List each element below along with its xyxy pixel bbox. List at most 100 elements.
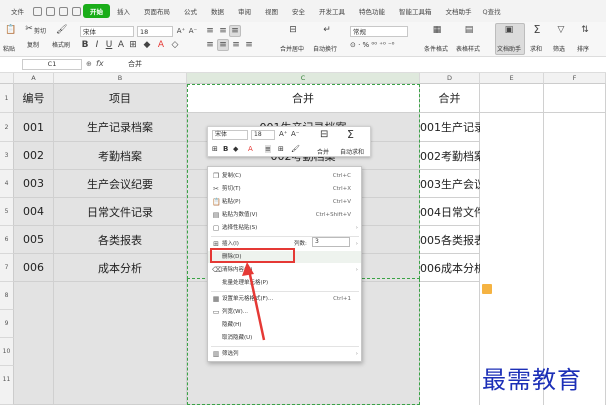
cell-a1[interactable]: 编号 [14,84,54,113]
tab-developer[interactable]: 开发工具 [312,4,352,18]
fill-color-icon[interactable]: ◆ [142,40,152,50]
cell-b2[interactable]: 生产记录档案 [54,113,187,142]
wrap-text-icon[interactable]: ↵ [322,25,332,35]
font-size-select[interactable]: 18 [137,26,173,37]
cell-b6[interactable]: 各类报表 [54,226,187,254]
mini-brush-icon[interactable]: 🖌 [291,145,300,153]
merge-icon[interactable]: ⊟ [288,25,298,35]
menu-item-format-cells[interactable]: ▦ 设置单元格格式(F)... Ctrl+1 [208,293,361,305]
redo-icon[interactable] [72,6,81,16]
menu-item-paste-special[interactable]: ▢ 选择性粘贴(S) › [208,222,361,234]
cell-d1[interactable]: 合并 [420,84,480,113]
copy-button[interactable]: 复制 [27,40,39,49]
row-header-4[interactable]: 4 [0,170,14,198]
filter-icon[interactable]: ▽ [556,25,566,35]
select-all-corner[interactable] [0,73,14,84]
row-header-9[interactable]: 9 [0,310,14,338]
sort-button[interactable]: 排序 [577,44,589,53]
menu-item-hide[interactable]: 隐藏(H) [208,319,361,331]
undo-icon[interactable] [59,6,68,16]
menu-item-copy[interactable]: ❐ 复制(C) Ctrl+C [208,170,361,182]
empty-col-a[interactable] [14,282,54,405]
menu-item-clear-contents[interactable]: ⌫ 清除内容(N) › [208,264,361,276]
column-header-e[interactable]: E [480,73,544,84]
cell-b5[interactable]: 日常文件记录 [54,198,187,226]
sum-button[interactable]: 求和 [530,44,542,53]
columns-count-input[interactable]: 3 [312,237,350,247]
row-header-2[interactable]: 2 [0,113,14,142]
cell-d2[interactable]: 001生产记录档案 [420,113,507,142]
tab-smart-tools[interactable]: 智能工具箱 [392,4,439,18]
grow-font-icon[interactable]: A⁺ [176,26,186,36]
font-color-icon[interactable]: A [156,40,166,50]
cell-a4[interactable]: 003 [14,170,54,198]
mini-format-icon[interactable]: ⊞ [212,145,218,153]
cell-d4[interactable]: 003生产会议纪要 [420,170,507,198]
table-style-button[interactable]: 表格样式 [456,44,480,53]
mini-fill-icon[interactable]: ◆ [233,145,238,153]
mini-align-icon[interactable]: ≡ [265,145,271,153]
mini-merge-button[interactable]: 合并 [317,147,329,156]
cut-button[interactable]: 剪切 [34,26,46,35]
cell-d5[interactable]: 004日常文件记录 [420,198,507,226]
formula-input[interactable]: 合并 [128,59,142,69]
align-middle-icon[interactable]: ≡ [218,26,228,36]
cell-a5[interactable]: 004 [14,198,54,226]
align-right-icon[interactable]: ≡ [231,40,241,50]
print-icon[interactable] [46,6,55,16]
clear-format-icon[interactable]: ◇ [170,40,180,50]
menu-item-filter-column[interactable]: ▥ 筛选列 › [208,348,361,360]
align-left-icon[interactable]: ≡ [205,40,215,50]
cell-d3[interactable]: 002考勤档案 [420,142,485,170]
number-format-select[interactable]: 常规 [350,26,408,37]
cell-c1[interactable]: 合并 [187,84,420,113]
tab-home[interactable]: 开始 [83,4,110,18]
cell-b4[interactable]: 生产会议纪要 [54,170,187,198]
conditional-format-icon[interactable]: ▦ [432,25,442,35]
zoom-icon[interactable]: ⊕ [86,60,92,68]
table-style-icon[interactable]: ▤ [464,25,474,35]
tab-security[interactable]: 安全 [285,4,312,18]
cell-e1[interactable] [480,84,544,113]
fx-icon[interactable]: fx [96,59,104,68]
align-center-icon[interactable]: ≡ [218,40,228,50]
tab-view[interactable]: 视图 [258,4,285,18]
shrink-font-icon[interactable]: A⁻ [188,26,198,36]
column-header-a[interactable]: A [14,73,54,84]
column-header-b[interactable]: B [54,73,187,84]
align-bottom-icon[interactable]: ≡ [230,26,240,36]
menu-item-paste-values[interactable]: ▤ 粘贴为数值(V) Ctrl+Shift+V [208,209,361,221]
row-header-3[interactable]: 3 [0,142,14,170]
italic-icon[interactable]: I [92,40,102,50]
number-format-buttons[interactable]: ⊙ · % ⁰⁰ ⁺⁰ ⁻⁰ [350,41,394,49]
save-icon[interactable] [33,6,42,16]
tab-formulas[interactable]: 公式 [177,4,204,18]
name-box[interactable]: C1 [22,59,82,70]
merge-center-button[interactable]: 合并居中 [280,44,304,53]
row-header-8[interactable]: 8 [0,282,14,310]
column-header-c[interactable]: C [187,73,420,84]
sum-icon[interactable]: Σ [532,24,542,35]
paste-icon[interactable]: 📋 [5,25,16,35]
tab-doc-assistant[interactable]: 文档助手 [439,4,479,18]
search-box[interactable]: Q查找 [483,6,501,16]
cell-b3[interactable]: 考勤档案 [54,142,187,170]
underline-icon[interactable]: U [104,40,114,50]
cut-icon[interactable]: ✂ [24,24,34,34]
menu-item-paste[interactable]: 📋 粘贴(P) Ctrl+V [208,196,361,208]
cell-b7[interactable]: 成本分析 [54,254,187,282]
conditional-format-button[interactable]: 条件格式 [424,44,448,53]
cell-a7[interactable]: 006 [14,254,54,282]
mini-autosum-icon[interactable]: Σ [347,128,354,141]
font-select[interactable]: 宋体 [80,26,134,37]
cell-a2[interactable]: 001 [14,113,54,142]
tab-review[interactable]: 审阅 [231,4,258,18]
align-top-icon[interactable]: ≡ [205,26,215,36]
tab-page-layout[interactable]: 页面布局 [137,4,177,18]
menu-item-unhide[interactable]: 取消隐藏(U) [208,332,361,344]
menu-item-batch-process[interactable]: 批量处理单元格(P) [208,277,361,289]
cell-a3[interactable]: 002 [14,142,54,170]
empty-col-d[interactable] [420,282,480,405]
tab-data[interactable]: 数据 [204,4,231,18]
paste-button[interactable]: 粘贴 [3,44,15,53]
